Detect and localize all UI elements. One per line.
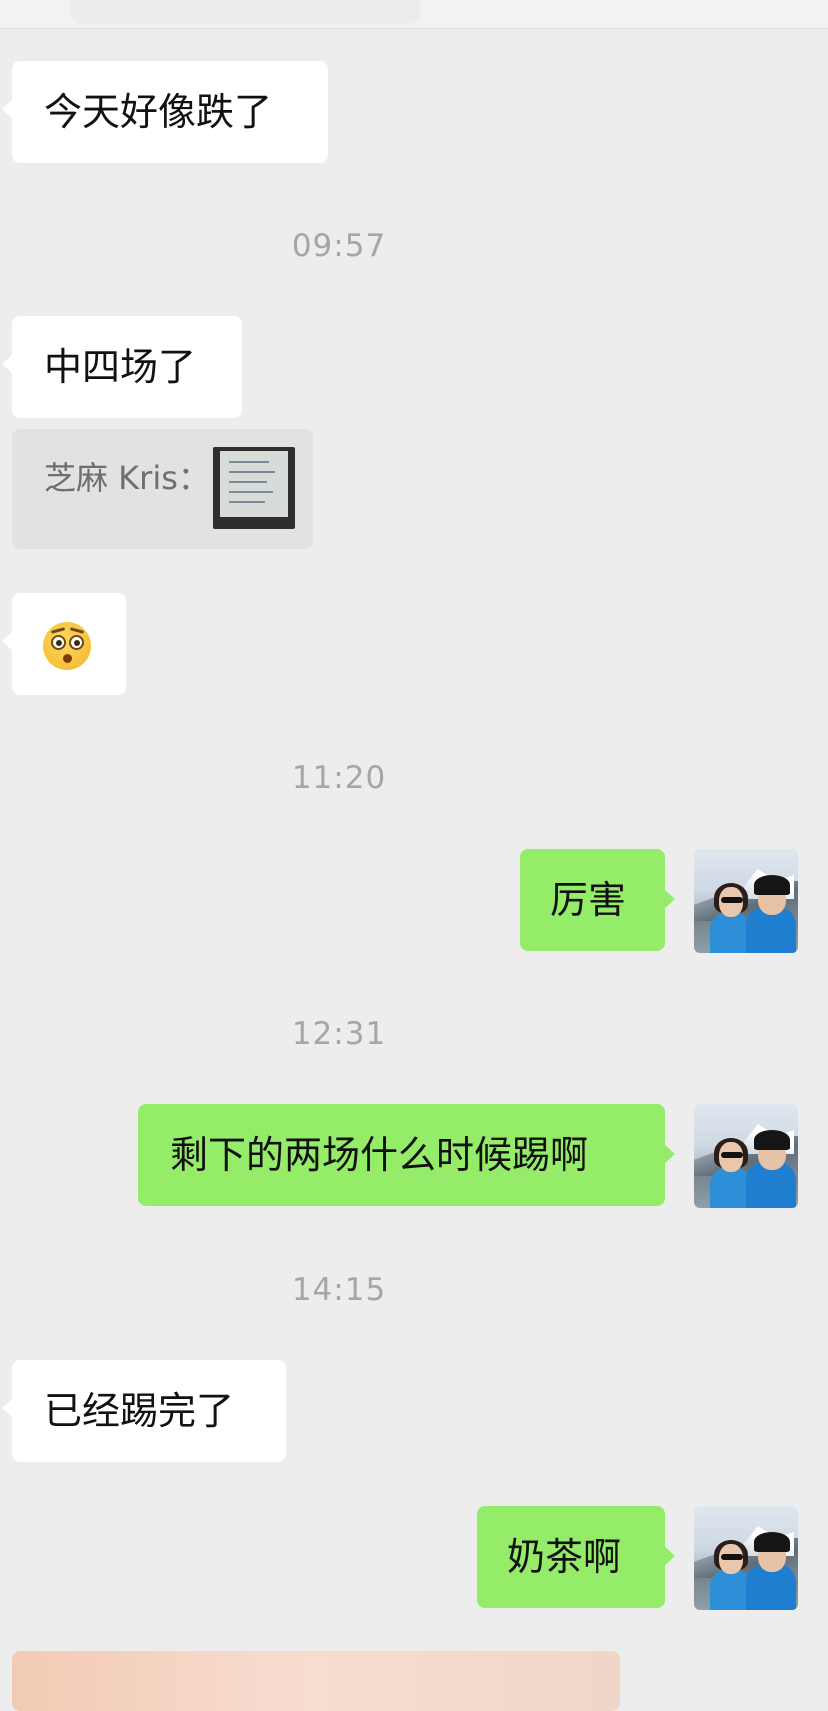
emoji-pupil xyxy=(74,640,80,646)
message-text: 厉害 xyxy=(550,878,627,922)
thumbnail-line xyxy=(229,461,269,463)
user-avatar[interactable] xyxy=(694,849,798,953)
thumbnail-line xyxy=(229,501,265,503)
avatar-glasses xyxy=(721,1152,743,1158)
user-avatar[interactable] xyxy=(694,1506,798,1610)
thumbnail-line xyxy=(229,471,275,473)
thumbnail-line xyxy=(229,481,267,483)
avatar-hat xyxy=(754,1532,790,1552)
timestamp: 14:15 xyxy=(291,1272,387,1308)
incoming-message-bubble[interactable]: 今天好像跌了 xyxy=(2,61,328,163)
message-text: 奶茶啊 xyxy=(507,1535,622,1579)
outgoing-message-bubble[interactable]: 厉害 xyxy=(520,849,675,951)
timestamp: 12:31 xyxy=(291,1016,387,1052)
outgoing-message-bubble[interactable]: 剩下的两场什么时候踢啊 xyxy=(138,1104,675,1206)
incoming-message-bubble[interactable]: 中四场了 xyxy=(2,316,242,418)
user-avatar[interactable] xyxy=(694,1104,798,1208)
flushed-face-icon xyxy=(43,622,91,670)
quoted-image-thumbnail[interactable] xyxy=(213,447,295,529)
avatar-hat xyxy=(754,875,790,895)
avatar-hat xyxy=(754,1130,790,1150)
timestamp: 11:20 xyxy=(291,760,387,796)
incoming-emoji-bubble[interactable] xyxy=(2,593,126,695)
thumbnail-line xyxy=(229,491,273,493)
emoji-mouth xyxy=(63,654,72,663)
emoji-pupil xyxy=(56,640,62,646)
message-text: 中四场了 xyxy=(44,345,197,389)
avatar-glasses xyxy=(721,897,743,903)
emoji-eye xyxy=(51,635,66,650)
incoming-message-bubble[interactable]: 已经踢完了 xyxy=(2,1360,286,1462)
message-text: 已经踢完了 xyxy=(44,1389,235,1433)
avatar-glasses xyxy=(721,1554,743,1560)
incoming-image-card[interactable] xyxy=(12,1651,620,1711)
quoted-message[interactable]: 芝麻 Kris： xyxy=(12,429,313,549)
emoji-eye xyxy=(69,635,84,650)
message-text: 剩下的两场什么时候踢啊 xyxy=(170,1133,589,1177)
top-bar-shadow xyxy=(70,0,420,24)
outgoing-message-bubble[interactable]: 奶茶啊 xyxy=(477,1506,675,1608)
quote-sender-label: 芝麻 Kris： xyxy=(44,459,210,497)
top-bar xyxy=(0,0,828,29)
emoji-brow xyxy=(50,627,66,634)
timestamp: 09:57 xyxy=(291,228,387,264)
message-text: 今天好像跌了 xyxy=(44,90,273,134)
emoji-brow xyxy=(69,627,85,634)
